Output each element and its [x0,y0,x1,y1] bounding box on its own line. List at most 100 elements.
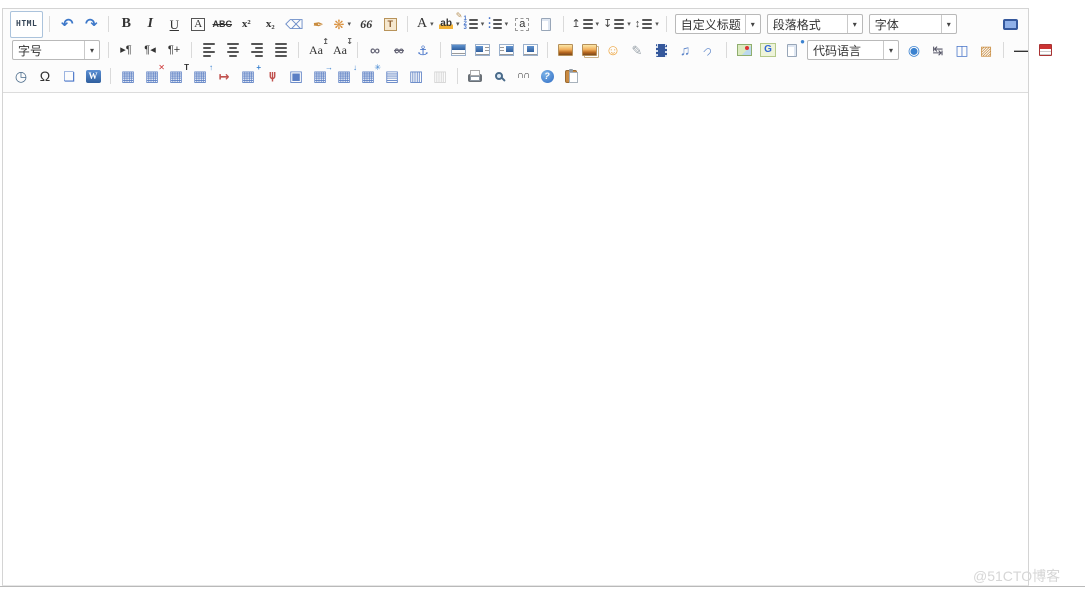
insert-row-button[interactable]: ▦↑ [189,65,211,88]
search-replace-button[interactable]: ∩∩ [512,65,534,88]
justify-left-button[interactable] [198,39,220,62]
scrawl-button[interactable]: ✎ [626,39,648,62]
print-button[interactable] [464,65,486,88]
insert-date-button[interactable] [1034,39,1056,62]
delete-row-button[interactable]: ↦ [213,65,235,88]
insert-code-button[interactable]: ◉ [903,39,925,62]
unordered-list-dropdown-arrow-icon[interactable]: ▾ [505,20,509,28]
insert-image-button[interactable] [554,39,576,62]
paragraph-spacing-bottom-button[interactable]: ↧▾ [602,13,632,36]
font-family-select[interactable]: 字体▾ [869,14,957,34]
justify-right-button[interactable] [246,39,268,62]
line-height-button[interactable]: ↕▾ [634,13,660,36]
clear-document-button[interactable] [535,13,557,36]
to-uppercase-badge-icon: ↥ [322,38,329,46]
snapscreen-button[interactable]: ❏ [58,65,80,88]
to-lowercase-button[interactable]: Aa↧ [329,39,351,62]
direction-rtl-button[interactable]: ¶◂ [139,39,161,62]
word-image-import-button[interactable]: W [82,65,104,88]
split-cells-button[interactable]: ▦✳ [357,65,379,88]
font-border-button[interactable]: A [187,13,209,36]
editor-content-area[interactable] [3,93,1028,585]
merge-right-button[interactable]: ▦→ [309,65,331,88]
code-language-dropdown-arrow-icon[interactable]: ▾ [883,41,898,59]
insert-video-button[interactable] [650,39,672,62]
insert-map-button[interactable] [733,39,755,62]
custom-title-select[interactable]: 自定义标题▾ [675,14,761,34]
page-break-button[interactable]: ↹ [927,39,949,62]
auto-typeset-dropdown-arrow-icon[interactable]: ▾ [347,20,351,28]
unordered-list-button[interactable]: •••▾ [487,13,509,36]
drafts-button[interactable] [560,65,582,88]
highlight-color-button[interactable]: ab✎▾ [438,13,460,36]
insert-table-button[interactable]: ▦ [117,65,139,88]
split-columns-button[interactable]: ▥ [405,65,427,88]
select-all-button[interactable]: a [511,13,533,36]
superscript-button[interactable]: x² [235,13,257,36]
help-button[interactable]: ? [536,65,558,88]
image-float-right-button[interactable] [495,39,517,62]
blockquote-button[interactable]: 66 [355,13,377,36]
code-language-select[interactable]: 代码语言▾ [807,40,899,60]
insert-music-button[interactable]: ♫ [674,39,696,62]
undo-button[interactable]: ↶ [56,13,78,36]
insert-time-button[interactable]: ◷ [10,65,32,88]
line-height-dropdown-arrow-icon[interactable]: ▾ [655,20,659,28]
insert-column-button[interactable]: ▦+ [237,65,259,88]
multi-image-upload-button[interactable] [578,39,600,62]
delete-column-button[interactable]: ⋔ [261,65,283,88]
custom-title-dropdown-arrow-icon[interactable]: ▾ [745,15,760,33]
paragraph-spacing-top-button[interactable]: ↥▾ [570,13,600,36]
image-inline-button[interactable] [447,39,469,62]
paragraph-spacing-bottom-dropdown-arrow-icon[interactable]: ▾ [627,20,631,28]
to-uppercase-button[interactable]: Aa↥ [305,39,327,62]
merge-cells-button[interactable]: ▣ [285,65,307,88]
template-button[interactable]: ◫ [951,39,973,62]
preview-button[interactable] [488,65,510,88]
fullscreen-button[interactable] [999,13,1021,36]
anchor-button[interactable]: ⚓ [412,39,434,62]
split-rows-button[interactable]: ▤ [381,65,403,88]
font-color-button[interactable]: A▾ [414,13,436,36]
special-characters-button[interactable]: Ω [34,65,56,88]
direction-ltr-button[interactable]: ▸¶ [115,39,137,62]
horizontal-rule-button[interactable]: — [1010,39,1032,62]
background-button[interactable]: ▨ [975,39,997,62]
insert-link-button[interactable]: ∞ [364,39,386,62]
font-color-dropdown-arrow-icon[interactable]: ▾ [430,20,434,28]
bold-button[interactable]: B [115,13,137,36]
auto-typeset-button[interactable]: ❋▾ [331,13,353,36]
font-family-dropdown-arrow-icon[interactable]: ▾ [941,15,956,33]
remove-link-button[interactable]: ∞ [388,39,410,62]
delete-table-button[interactable]: ▦✕ [141,65,163,88]
subscript-button[interactable]: x₂ [259,13,281,36]
paragraph-format-dropdown-arrow-icon[interactable]: ▾ [847,15,862,33]
redo-button[interactable]: ↷ [80,13,102,36]
paragraph-spacing-top-dropdown-arrow-icon[interactable]: ▾ [596,20,600,28]
emotion-button[interactable]: ☺ [602,39,624,62]
underline-button[interactable]: U [163,13,185,36]
ordered-list-dropdown-arrow-icon[interactable]: ▾ [481,20,485,28]
paragraph-format-select[interactable]: 段落格式▾ [767,14,863,34]
insert-iframe-button[interactable]: ● [781,39,803,62]
highlight-color-dropdown-arrow-icon[interactable]: ▾ [456,20,460,28]
source-button[interactable]: HTML [10,11,43,38]
merge-down-button[interactable]: ▦↓ [333,65,355,88]
image-float-left-button[interactable] [471,39,493,62]
paragraph-before-table-button[interactable]: ▦T [165,65,187,88]
remove-format-button[interactable]: ⌫ [283,13,305,36]
paste-plain-text-button[interactable]: T [379,13,401,36]
attachment-button[interactable]: ∩ [698,39,720,62]
justify-full-button[interactable] [270,39,292,62]
italic-button[interactable]: I [139,13,161,36]
google-map-button[interactable]: G [757,39,779,62]
insert-map-icon [737,44,752,56]
format-painter-button[interactable]: ✒ [307,13,329,36]
first-line-indent-button[interactable]: ¶+ [163,39,185,62]
ordered-list-button[interactable]: 123▾ [462,13,485,36]
font-size-select[interactable]: 字号▾ [12,40,100,60]
strikethrough-button[interactable]: ABC [211,13,233,36]
font-size-dropdown-arrow-icon[interactable]: ▾ [84,41,99,59]
image-center-button[interactable] [519,39,541,62]
justify-center-button[interactable] [222,39,244,62]
